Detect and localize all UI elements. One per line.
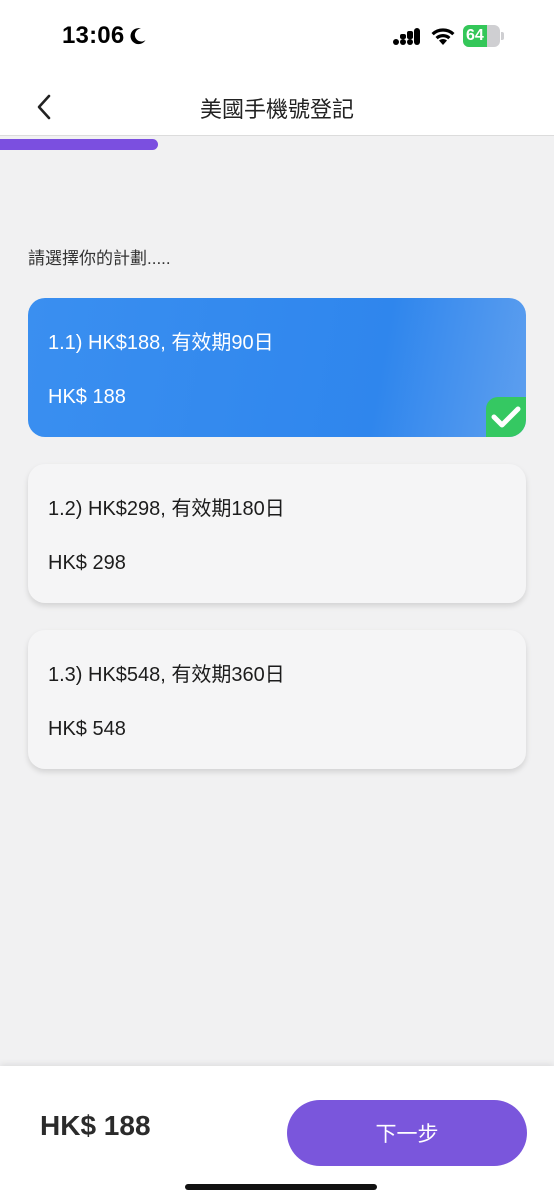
battery-icon: 64 (463, 25, 505, 47)
progress-bar (0, 139, 554, 150)
selected-check-badge (486, 397, 526, 437)
progress-fill (0, 139, 158, 150)
plan-title: 1.3) HK$548, 有效期360日 (48, 664, 285, 686)
plan-price: HK$ 188 (48, 386, 126, 408)
status-time: 13:06 (62, 22, 125, 49)
next-button[interactable]: 下一步 (287, 1100, 527, 1166)
plan-option-3[interactable]: 1.3) HK$548, 有效期360日 HK$ 548 (28, 630, 526, 769)
plan-price: HK$ 298 (48, 552, 126, 574)
battery-level: 64 (466, 27, 484, 44)
checkmark-icon (491, 406, 521, 428)
battery-cap (501, 32, 504, 40)
screen: 13:06 64 美國手機號登記 請選擇你的計劃..... 1.1) HK$18… (0, 0, 554, 1200)
plan-option-2[interactable]: 1.2) HK$298, 有效期180日 HK$ 298 (28, 464, 526, 603)
plan-price: HK$ 548 (48, 718, 126, 740)
wifi-icon (431, 28, 455, 45)
plan-option-1[interactable]: 1.1) HK$188, 有效期90日 HK$ 188 (28, 298, 526, 437)
signal-icon (393, 28, 420, 45)
plan-title: 1.1) HK$188, 有效期90日 (48, 332, 274, 354)
battery-body: 64 (463, 25, 500, 47)
page-title: 美國手機號登記 (199, 97, 354, 122)
plan-title: 1.2) HK$298, 有效期180日 (48, 498, 285, 520)
bottom-bar: HK$ 188 下一步 (0, 1066, 554, 1200)
moon-icon (130, 28, 146, 45)
status-bar: 13:06 64 (0, 0, 554, 78)
plan-prompt: 請選擇你的計劃..... (28, 249, 171, 268)
total-price: HK$ 188 (40, 1110, 151, 1141)
home-indicator[interactable] (185, 1184, 377, 1190)
nav-header: 美國手機號登記 (0, 78, 554, 136)
